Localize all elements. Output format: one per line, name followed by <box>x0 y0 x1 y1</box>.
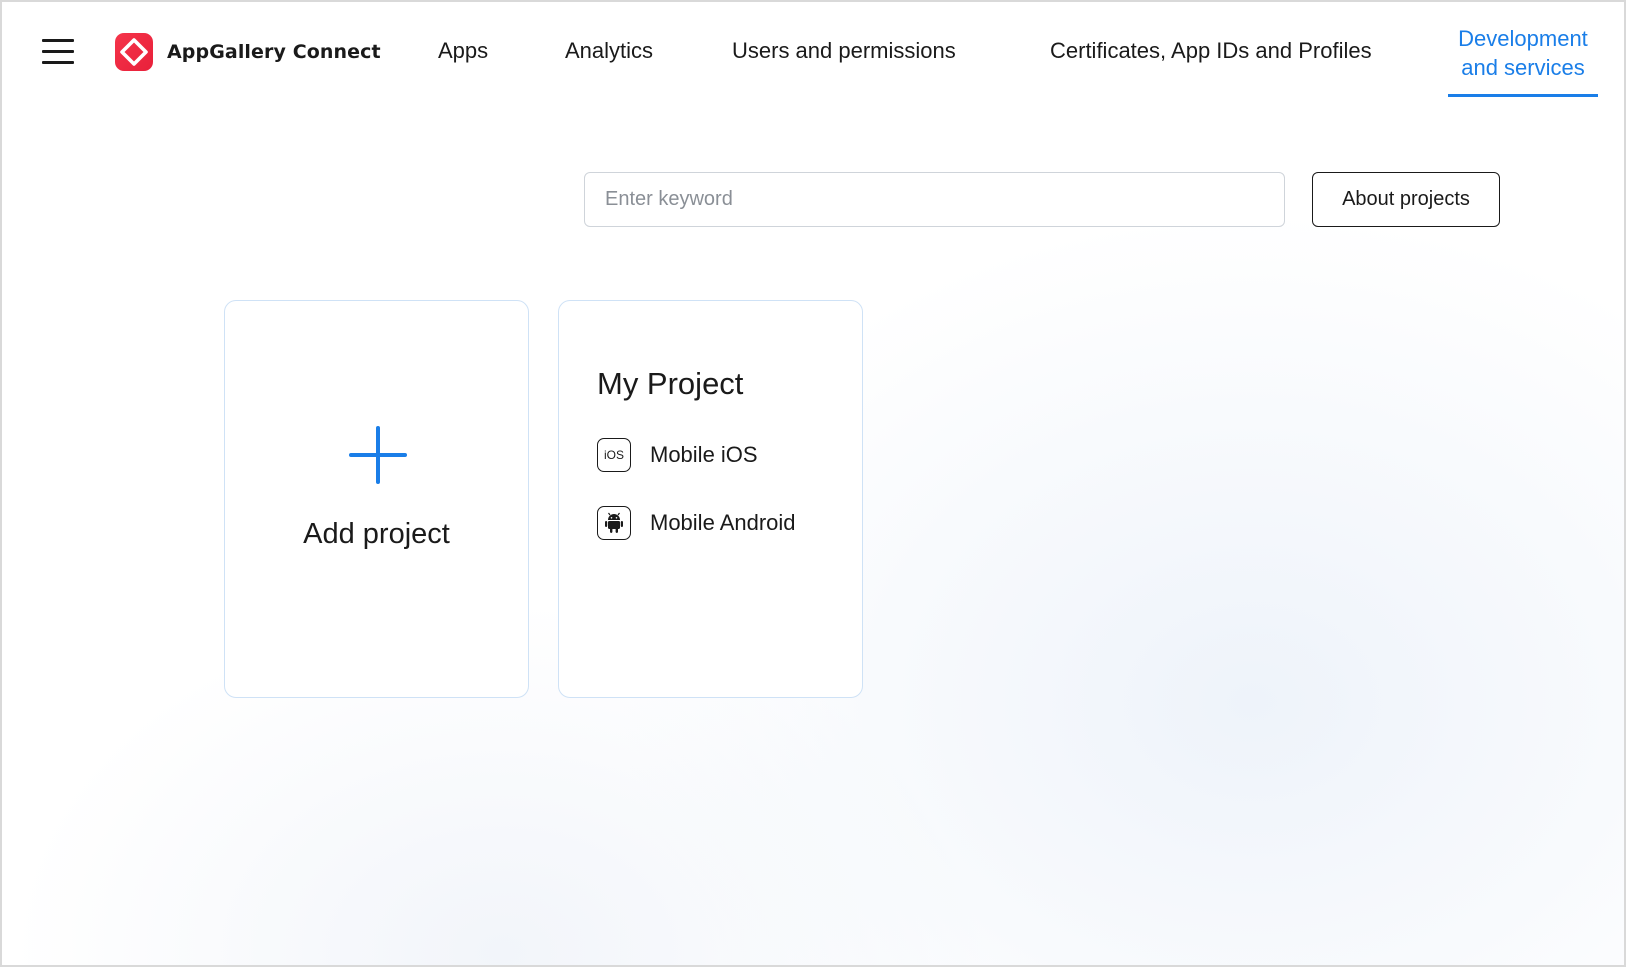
top-navigation-bar: AppGallery Connect Apps Analytics Users … <box>2 2 1624 102</box>
search-input[interactable] <box>584 172 1285 227</box>
brand[interactable]: AppGallery Connect <box>115 32 381 72</box>
platform-item-android[interactable]: Mobile Android <box>597 505 796 541</box>
nav-item-analytics[interactable]: Analytics <box>565 38 653 64</box>
app-window: AppGallery Connect Apps Analytics Users … <box>0 0 1626 967</box>
ios-icon: iOS <box>597 438 631 472</box>
project-card[interactable]: My Project iOS Mobile iOS Mobile Android <box>558 300 863 698</box>
nav-item-label-line1: Development <box>1458 26 1588 51</box>
plus-icon <box>349 426 407 484</box>
add-project-label: Add project <box>303 518 450 550</box>
nav-item-apps[interactable]: Apps <box>438 38 488 64</box>
brand-name: AppGallery Connect <box>167 41 381 63</box>
nav-item-users-and-permissions[interactable]: Users and permissions <box>732 38 956 64</box>
nav-item-development-and-services[interactable]: Development and services <box>1448 24 1598 82</box>
nav-item-label-line2: and services <box>1461 55 1585 80</box>
platform-item-ios[interactable]: iOS Mobile iOS <box>597 437 758 473</box>
project-title: My Project <box>597 366 744 401</box>
about-projects-button[interactable]: About projects <box>1312 172 1500 227</box>
platform-label: Mobile iOS <box>650 442 758 467</box>
active-tab-indicator <box>1448 94 1598 97</box>
platform-label: Mobile Android <box>650 510 796 535</box>
android-icon <box>597 506 631 540</box>
ios-icon-text: iOS <box>603 448 624 462</box>
nav-item-certificates[interactable]: Certificates, App IDs and Profiles <box>1050 38 1372 64</box>
appgallery-logo-icon <box>115 33 153 71</box>
add-project-card[interactable]: Add project <box>224 300 529 698</box>
menu-icon[interactable] <box>42 38 74 64</box>
